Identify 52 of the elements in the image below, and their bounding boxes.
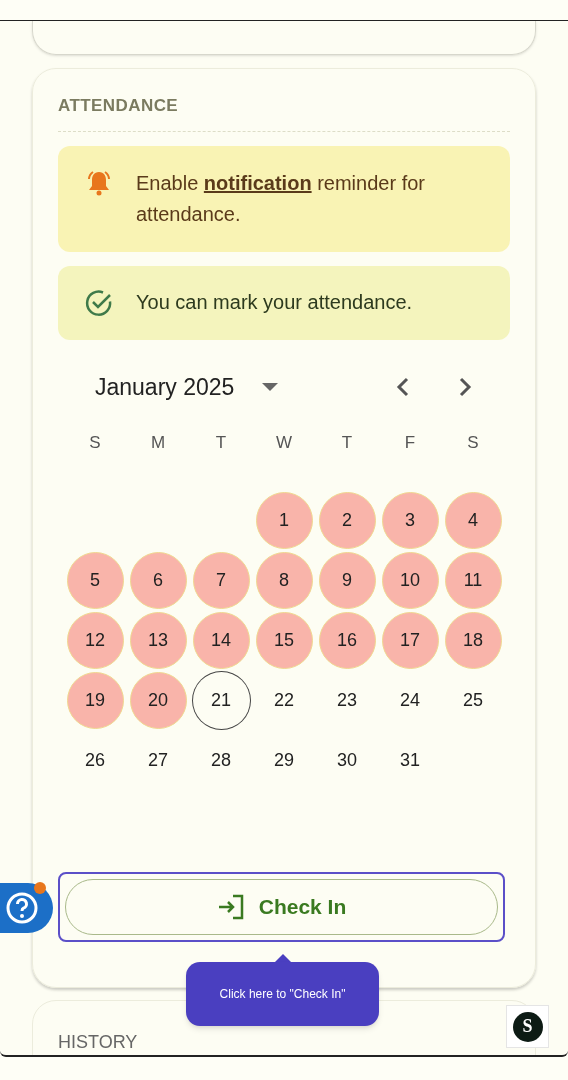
avatar: S bbox=[512, 1011, 543, 1042]
calendar-day[interactable]: 29 bbox=[255, 731, 313, 789]
calendar-day[interactable]: 14 bbox=[192, 611, 250, 669]
month-label: January 2025 bbox=[95, 372, 235, 402]
alert-message: You can mark your attendance. bbox=[136, 290, 413, 315]
weekday-label: M bbox=[150, 432, 166, 454]
calendar-day[interactable]: 22 bbox=[255, 671, 313, 729]
calendar-day[interactable]: 1 bbox=[255, 491, 313, 549]
weekday-label: T bbox=[215, 432, 227, 454]
calendar-day[interactable]: 21 bbox=[192, 671, 250, 729]
calendar-day[interactable]: 24 bbox=[381, 671, 439, 729]
weekday-label: S bbox=[89, 432, 101, 454]
chevron-left-icon[interactable] bbox=[396, 376, 410, 397]
calendar-day[interactable]: 17 bbox=[381, 611, 439, 669]
tooltip: Click here to "Check In" bbox=[186, 962, 379, 1026]
calendar-day[interactable]: 31 bbox=[381, 731, 439, 789]
calendar-day[interactable]: 20 bbox=[129, 671, 187, 729]
calendar-day[interactable]: 11 bbox=[444, 551, 502, 609]
calendar-day[interactable]: 8 bbox=[255, 551, 313, 609]
calendar-day[interactable]: 19 bbox=[66, 671, 124, 729]
calendar-day[interactable]: 12 bbox=[66, 611, 124, 669]
calendar-day[interactable]: 5 bbox=[66, 551, 124, 609]
calendar-day[interactable]: 3 bbox=[381, 491, 439, 549]
calendar-day[interactable]: 9 bbox=[318, 551, 376, 609]
weekday-label: W bbox=[275, 432, 292, 454]
calendar-day[interactable]: 27 bbox=[129, 731, 187, 789]
calendar-day[interactable]: 6 bbox=[129, 551, 187, 609]
login-icon bbox=[216, 894, 245, 920]
help-icon bbox=[5, 891, 39, 925]
dropdown-icon[interactable] bbox=[261, 381, 280, 392]
calendar-day[interactable]: 7 bbox=[192, 551, 250, 609]
check-circle-icon bbox=[84, 287, 114, 318]
calendar-day[interactable]: 28 bbox=[192, 731, 250, 789]
calendar-day[interactable]: 16 bbox=[318, 611, 376, 669]
calendar-day[interactable]: 30 bbox=[318, 731, 376, 789]
calendar-day[interactable]: 10 bbox=[381, 551, 439, 609]
calendar-day[interactable]: 13 bbox=[129, 611, 187, 669]
chevron-right-icon[interactable] bbox=[458, 376, 472, 397]
alert-message: Enable notification reminder for attendance. bbox=[136, 170, 426, 227]
calendar-day[interactable]: 25 bbox=[444, 671, 502, 729]
calendar-day[interactable]: 23 bbox=[318, 671, 376, 729]
section-title: HISTORY bbox=[58, 1031, 139, 1054]
section-title: ATTENDANCE bbox=[58, 95, 180, 117]
weekday-label: F bbox=[404, 432, 416, 454]
calendar-day[interactable]: 18 bbox=[444, 611, 502, 669]
calendar-day[interactable]: 26 bbox=[66, 731, 124, 789]
weekday-label: S bbox=[467, 432, 479, 454]
calendar-day[interactable]: 2 bbox=[318, 491, 376, 549]
avatar-button[interactable]: S bbox=[506, 1005, 549, 1048]
calendar-day[interactable]: 4 bbox=[444, 491, 502, 549]
weekday-label: T bbox=[341, 432, 353, 454]
calendar-day[interactable]: 15 bbox=[255, 611, 313, 669]
